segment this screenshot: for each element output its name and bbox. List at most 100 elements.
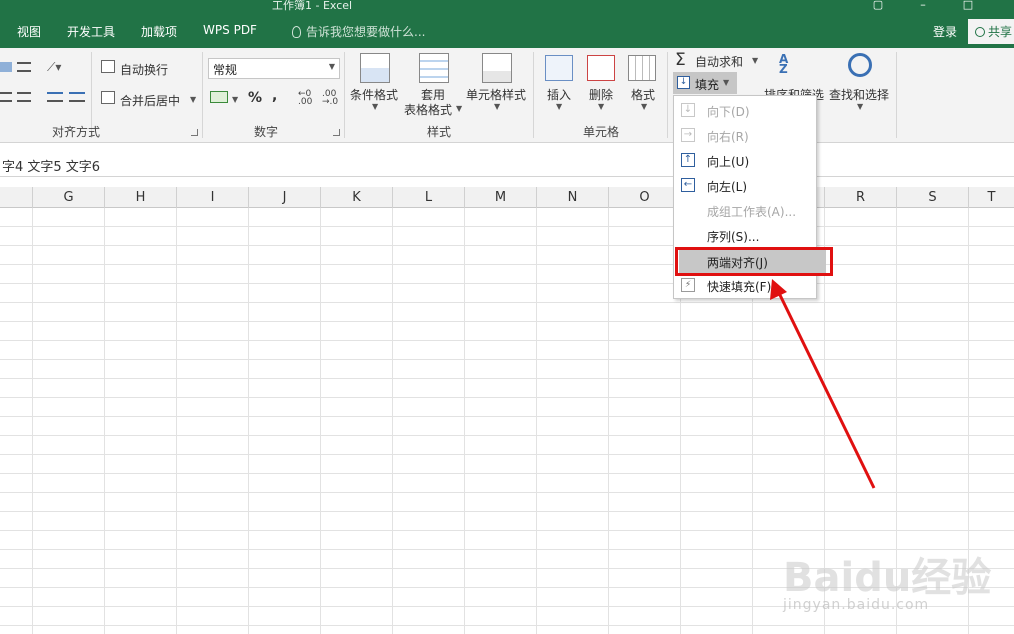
tab-developer[interactable]: 开发工具 <box>54 20 128 44</box>
minimize-icon[interactable]: – <box>915 0 931 11</box>
comma-button[interactable]: , <box>272 88 277 104</box>
column-header[interactable]: T <box>969 187 1014 208</box>
fill-button[interactable]: ↓ 填充 ▼ <box>673 72 737 94</box>
menu-item-label: 快速填充(F) <box>707 280 772 294</box>
table-format-line2[interactable]: 表格格式 <box>404 101 452 118</box>
column-header[interactable]: R <box>825 187 897 208</box>
column-header[interactable]: M <box>465 187 537 208</box>
tab-addins[interactable]: 加载项 <box>128 20 190 44</box>
arrow-down-icon: ↓ <box>681 103 695 117</box>
alignment-launcher-icon[interactable] <box>191 129 198 136</box>
group-separator <box>344 52 345 138</box>
sort-filter-icon: AZ <box>779 52 789 76</box>
number-group-title: 数字 <box>254 125 279 139</box>
menu-item-fill-left[interactable]: ← 向左(L) <box>674 173 816 197</box>
number-format-select[interactable]: 常规 ▼ <box>208 58 340 79</box>
maximize-icon[interactable]: □ <box>960 0 976 11</box>
merge-center-button[interactable]: 合并后居中 <box>120 92 180 109</box>
cell-styles-dropdown-icon[interactable]: ▼ <box>494 102 500 111</box>
currency-icon[interactable] <box>210 91 228 103</box>
lightbulb-icon <box>292 26 301 38</box>
decrease-decimal-icon[interactable]: .00 →.0 <box>322 90 338 107</box>
fill-label: 填充 <box>695 78 720 92</box>
percent-button[interactable]: % <box>248 90 262 106</box>
format-button[interactable]: 格式 <box>631 86 655 103</box>
menu-item-flash-fill[interactable]: ⚡ 快速填充(F) <box>674 273 816 297</box>
table-format-icon <box>419 53 449 83</box>
column-header-partial[interactable] <box>0 187 33 208</box>
cell-styles-icon <box>482 53 512 83</box>
group-separator <box>533 52 534 138</box>
delete-cells-icon <box>587 55 615 81</box>
conditional-format-icon <box>360 53 390 83</box>
share-button[interactable]: 共享 <box>968 19 1014 44</box>
menu-item-fill-right[interactable]: → 向右(R) <box>674 123 816 147</box>
column-header[interactable]: K <box>321 187 393 208</box>
menu-item-label: 向左(L) <box>707 180 748 194</box>
align-center-icon[interactable] <box>17 62 31 72</box>
align-left-icon[interactable] <box>0 62 12 72</box>
column-header[interactable]: H <box>105 187 177 208</box>
conditional-format-button[interactable]: 条件格式 <box>350 86 398 103</box>
share-label: 共享 <box>988 25 1013 39</box>
number-format-value: 常规 <box>213 63 238 77</box>
column-header[interactable]: O <box>609 187 681 208</box>
restore-icon[interactable]: ▢ <box>870 0 886 11</box>
styles-group-title: 样式 <box>427 125 452 139</box>
formula-bar[interactable]: 字4 文字5 文字6 <box>0 152 1014 177</box>
alignment-group-title: 对齐方式 <box>52 125 101 139</box>
ribbon-tabs: 视图 开发工具 加载项 WPS PDF <box>0 20 270 44</box>
column-header[interactable]: N <box>537 187 609 208</box>
sigma-icon: Σ <box>675 50 686 70</box>
group-separator <box>896 52 897 138</box>
watermark-logo-text: Baidu经验 <box>783 555 992 601</box>
table-format-dropdown-icon[interactable]: ▼ <box>456 104 462 113</box>
column-header[interactable]: S <box>897 187 969 208</box>
align-bottom-icon[interactable] <box>17 92 31 102</box>
format-dropdown-icon[interactable]: ▼ <box>641 102 647 111</box>
column-header[interactable]: L <box>393 187 465 208</box>
delete-dropdown-icon[interactable]: ▼ <box>598 102 604 111</box>
delete-button[interactable]: 删除 <box>589 86 613 103</box>
tell-me-text: 告诉我您想要做什么... <box>306 25 426 39</box>
cells-group-title: 单元格 <box>583 125 620 139</box>
formula-content: 字4 文字5 文字6 <box>2 160 101 175</box>
title-bar: 工作簿1 - Excel ▢ – □ 视图 开发工具 加载项 WPS PDF 告… <box>0 0 1014 48</box>
align-middle-icon[interactable] <box>0 92 12 102</box>
find-dropdown-icon[interactable]: ▼ <box>857 102 863 111</box>
conditional-dropdown-icon[interactable]: ▼ <box>372 102 378 111</box>
decrease-indent-icon[interactable] <box>47 92 63 102</box>
insert-cells-icon <box>545 55 573 81</box>
autosum-button[interactable]: 自动求和 <box>695 53 743 70</box>
arrow-up-icon: ↑ <box>681 153 695 167</box>
find-select-button[interactable]: 查找和选择 <box>829 86 889 103</box>
number-launcher-icon[interactable] <box>333 129 340 136</box>
wrap-text-icon <box>101 60 115 73</box>
column-header[interactable]: G <box>33 187 105 208</box>
tab-view[interactable]: 视图 <box>0 20 54 44</box>
menu-item-label: 向下(D) <box>707 105 750 119</box>
menu-item-across-worksheets[interactable]: 成组工作表(A)... <box>674 198 816 222</box>
orientation-icon[interactable]: ⟋▾ <box>47 60 61 75</box>
menu-item-label: 序列(S)... <box>707 230 760 244</box>
cell-styles-button[interactable]: 单元格样式 <box>466 86 526 103</box>
login-link[interactable]: 登录 <box>933 23 957 40</box>
insert-button[interactable]: 插入 <box>547 86 571 103</box>
currency-dropdown-icon[interactable]: ▼ <box>232 95 238 104</box>
insert-dropdown-icon[interactable]: ▼ <box>556 102 562 111</box>
fill-dropdown-icon: ▼ <box>723 78 730 87</box>
merge-dropdown-icon[interactable]: ▼ <box>190 95 196 104</box>
increase-indent-icon[interactable] <box>69 92 85 102</box>
increase-decimal-icon[interactable]: ←0.00 <box>298 90 312 107</box>
column-header[interactable]: I <box>177 187 249 208</box>
tell-me-box[interactable]: 告诉我您想要做什么... <box>292 23 425 40</box>
autosum-dropdown-icon[interactable]: ▼ <box>752 56 758 65</box>
menu-item-fill-down[interactable]: ↓ 向下(D) <box>674 98 816 122</box>
watermark: Baidu经验 jingyan.baidu.com <box>783 525 1013 630</box>
menu-item-fill-up[interactable]: ↑ 向上(U) <box>674 148 816 172</box>
menu-item-label: 向上(U) <box>707 155 750 169</box>
menu-item-series[interactable]: 序列(S)... <box>674 223 816 247</box>
tab-wps-pdf[interactable]: WPS PDF <box>190 20 270 44</box>
column-header[interactable]: J <box>249 187 321 208</box>
wrap-text-button[interactable]: 自动换行 <box>120 61 168 78</box>
